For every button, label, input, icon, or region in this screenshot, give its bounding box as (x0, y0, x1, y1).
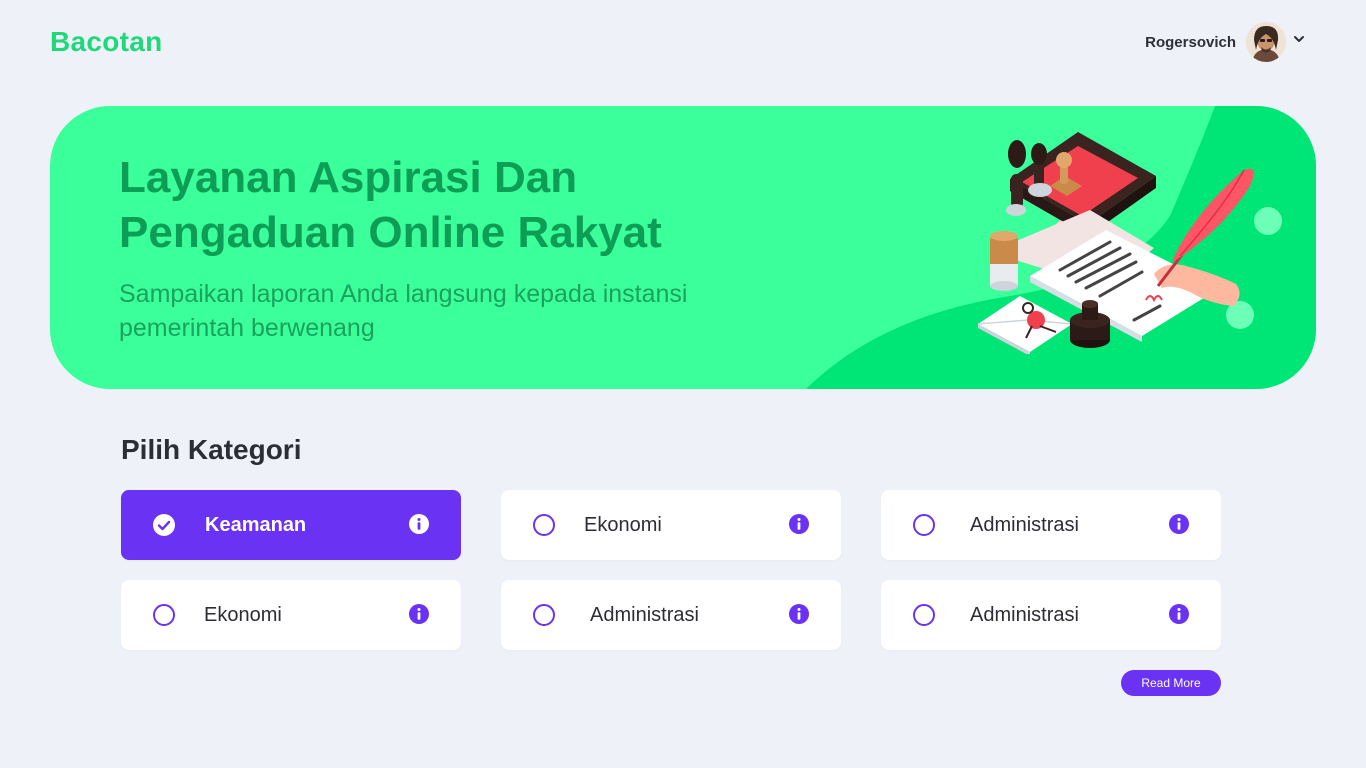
category-grid: Keamanan Ekonomi Administrasi Ekonomi Ad… (121, 490, 1221, 650)
category-label: Keamanan (205, 514, 307, 536)
read-more-button[interactable]: Read More (1121, 670, 1221, 696)
chevron-down-icon[interactable] (1292, 32, 1306, 46)
hero-title-line: Layanan Aspirasi Dan (119, 153, 578, 202)
radio-button[interactable] (913, 514, 935, 536)
radio-button[interactable] (533, 604, 555, 626)
category-card[interactable]: Administrasi (501, 580, 841, 650)
category-section-title: Pilih Kategori (121, 434, 302, 465)
category-card[interactable]: Ekonomi (121, 580, 461, 650)
category-label: Administrasi (970, 514, 1079, 536)
app-logo[interactable]: Bacotan (50, 26, 163, 58)
hero-banner: Layanan Aspirasi Dan Pengaduan Online Ra… (50, 106, 1316, 389)
info-icon[interactable] (1169, 604, 1189, 624)
category-label: Administrasi (590, 604, 699, 626)
category-card[interactable]: Ekonomi (501, 490, 841, 560)
category-label: Ekonomi (204, 604, 282, 626)
category-card[interactable]: Keamanan (121, 490, 461, 560)
user-avatar[interactable] (1246, 22, 1286, 62)
info-icon[interactable] (1169, 514, 1189, 534)
hero-title: Layanan Aspirasi Dan Pengaduan Online Ra… (119, 150, 739, 260)
user-name: Rogersovich (1145, 33, 1236, 51)
info-icon[interactable] (409, 514, 429, 534)
radio-button[interactable] (153, 604, 175, 626)
hero-title-line: Pengaduan Online Rakyat (119, 208, 662, 257)
documents-stamps-quill-illustration (977, 132, 1254, 354)
user-menu[interactable]: Rogersovich (1145, 22, 1306, 62)
category-card[interactable]: Administrasi (881, 490, 1221, 560)
category-card[interactable]: Administrasi (881, 580, 1221, 650)
check-circle-icon[interactable] (153, 514, 175, 536)
category-label: Ekonomi (584, 514, 662, 536)
info-icon[interactable] (409, 604, 429, 624)
info-icon[interactable] (789, 604, 809, 624)
radio-button[interactable] (913, 604, 935, 626)
info-icon[interactable] (789, 514, 809, 534)
radio-button[interactable] (533, 514, 555, 536)
hero-subtitle: Sampaikan laporan Anda langsung kepada i… (119, 280, 688, 342)
category-label: Administrasi (970, 604, 1079, 626)
